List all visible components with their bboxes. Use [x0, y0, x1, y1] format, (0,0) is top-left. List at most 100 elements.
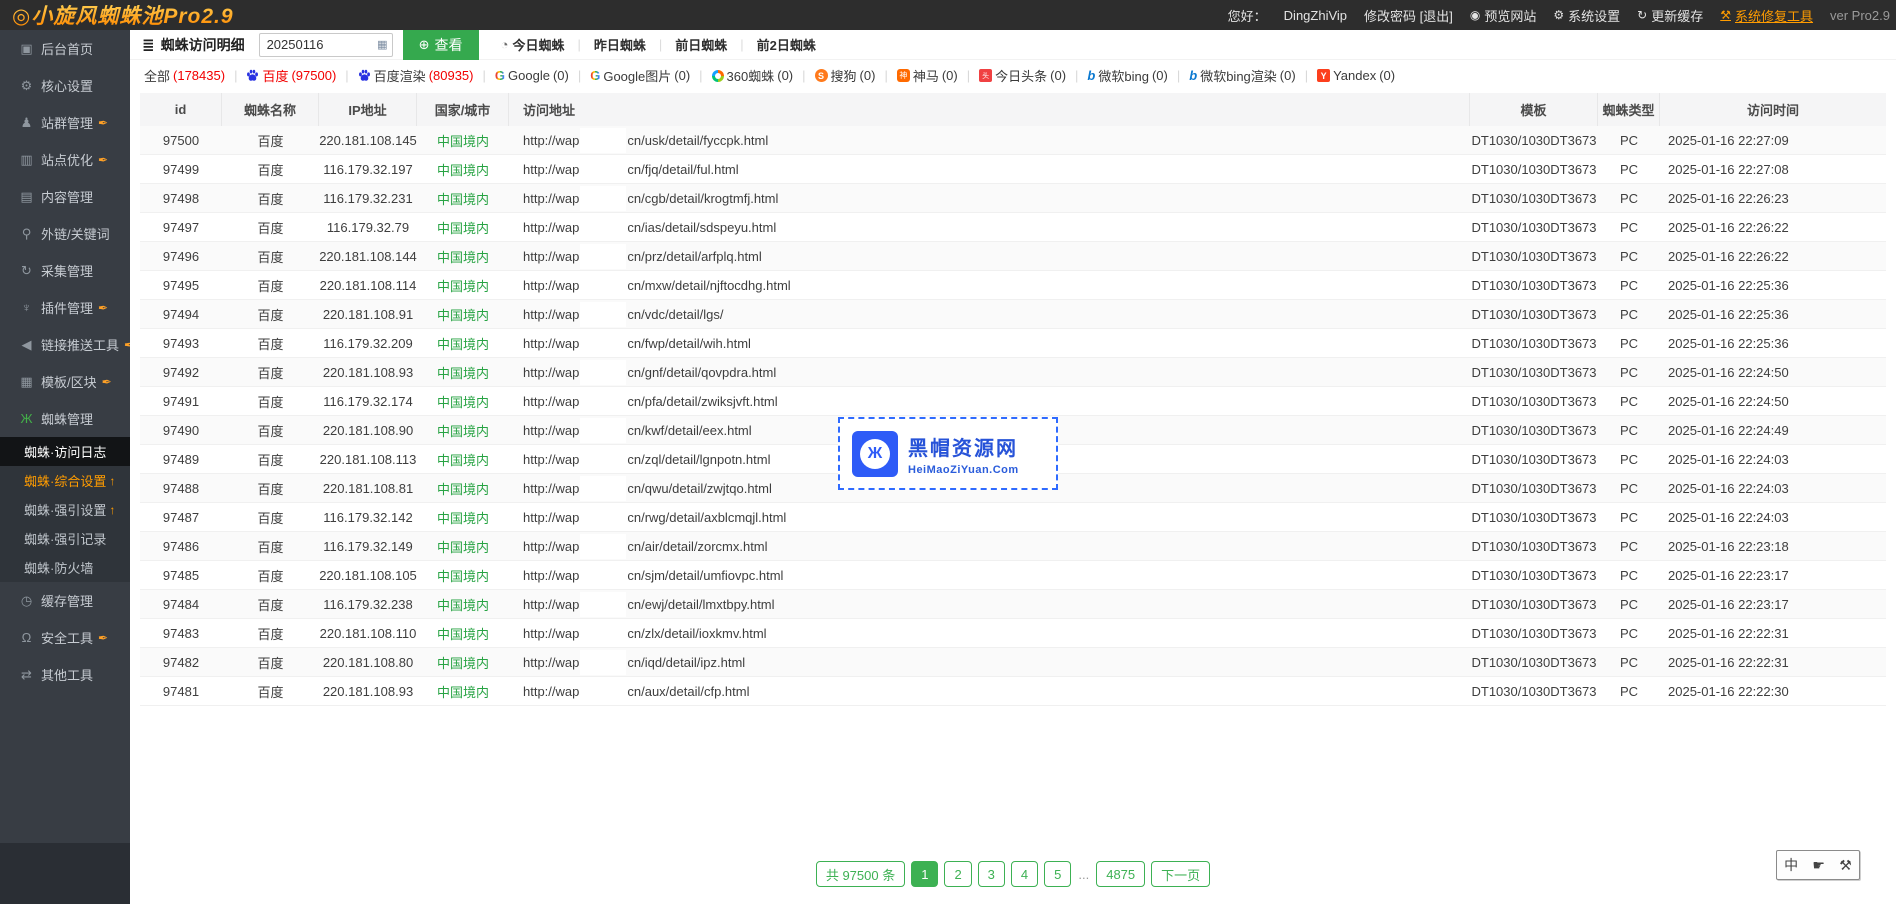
redaction-box	[580, 186, 626, 211]
quick-link-0[interactable]: ◔今日蜘蛛	[501, 35, 565, 54]
url-prefix: http://wap	[523, 336, 579, 351]
url-suffix: cn/zql/detail/lgnpotn.html	[627, 452, 770, 467]
cell-template: DT1030/1030DT3673	[1470, 242, 1598, 270]
page-button-4[interactable]: 4	[1011, 861, 1038, 887]
page-button-5[interactable]: 5	[1044, 861, 1071, 887]
url-prefix: http://wap	[523, 423, 579, 438]
url-suffix: cn/mxw/detail/njftocdhg.html	[627, 278, 790, 293]
table-body: 97500百度220.181.108.145中国境内http://wapcn/u…	[140, 126, 1886, 706]
baidu-icon	[246, 69, 259, 82]
filter-360-spider[interactable]: 360蜘蛛(0)	[712, 66, 794, 85]
cell-region: 中国境内	[417, 445, 509, 473]
cell-spider-type: PC	[1598, 271, 1660, 299]
sidebar-item-spider-force-settings[interactable]: 蜘蛛·强引设置↑	[0, 495, 130, 524]
preview-site-link[interactable]: ◉ 预览网站	[1470, 6, 1537, 25]
sidebar-item-security[interactable]: Ω安全工具✒	[0, 619, 130, 656]
change-password-link[interactable]: 修改密码 [退出]	[1364, 6, 1453, 25]
filter-yandex[interactable]: YYandex(0)	[1317, 68, 1395, 83]
sidebar-item-cache[interactable]: ◷缓存管理	[0, 582, 130, 619]
redaction-box	[580, 418, 626, 443]
cell-ip: 116.179.32.197	[319, 155, 417, 183]
filter-bing[interactable]: b微软bing(0)	[1087, 66, 1167, 85]
quick-links: ◔今日蜘蛛|昨日蜘蛛|前日蜘蛛|前2日蜘蛛	[501, 35, 816, 54]
column-header: 访问时间	[1660, 93, 1886, 126]
cell-template: DT1030/1030DT3673	[1470, 561, 1598, 589]
sidebar-item-spider[interactable]: Ж蜘蛛管理	[0, 400, 130, 437]
sidebar-item-spider-force-log[interactable]: 蜘蛛·强引记录	[0, 524, 130, 553]
sidebar-item-templates[interactable]: ▦模板/区块✒	[0, 363, 130, 400]
hand-icon[interactable]: ☛	[1812, 857, 1825, 874]
url-prefix: http://wap	[523, 220, 579, 235]
cell-time: 2025-01-16 22:22:30	[1660, 677, 1886, 705]
sidebar-item-link-push[interactable]: ◀链接推送工具✒	[0, 326, 130, 363]
next-page-button[interactable]: 下一页	[1151, 861, 1210, 887]
column-header: 国家/城市	[417, 93, 509, 126]
cell-id: 97497	[140, 213, 222, 241]
url-prefix: http://wap	[523, 655, 579, 670]
page-title: 蜘蛛访问明细	[161, 35, 245, 55]
view-button[interactable]: ⊕ 查看	[403, 30, 479, 60]
filter-sogou[interactable]: S搜狗(0)	[815, 66, 876, 85]
cell-spider-type: PC	[1598, 213, 1660, 241]
quick-link-1[interactable]: 昨日蜘蛛	[594, 35, 646, 54]
sidebar-item-spider-log[interactable]: 蜘蛛·访问日志	[0, 437, 130, 466]
pin-icon: ✒	[98, 631, 108, 645]
repair-tool-link[interactable]: ⚒ 系统修复工具	[1720, 6, 1813, 25]
cell-url: http://wapcn/fwp/detail/wih.html	[509, 329, 1470, 357]
sidebar-item-links-keywords[interactable]: ⚲外链/关键词	[0, 215, 130, 252]
cell-spider-type: PC	[1598, 619, 1660, 647]
cell-template: DT1030/1030DT3673	[1470, 358, 1598, 386]
cell-spider-type: PC	[1598, 445, 1660, 473]
page-button-last[interactable]: 4875	[1096, 861, 1145, 887]
filter-toutiao[interactable]: 头今日头条(0)	[979, 66, 1066, 85]
cell-time: 2025-01-16 22:24:03	[1660, 445, 1886, 473]
cell-spider-type: PC	[1598, 126, 1660, 154]
cell-region: 中国境内	[417, 155, 509, 183]
topbar-right: 您好： DingZhiVip 修改密码 [退出] ◉ 预览网站 ⚙ 系统设置 ↻…	[1228, 6, 1890, 25]
cell-spider-type: PC	[1598, 387, 1660, 415]
date-input[interactable]	[259, 33, 393, 57]
filter-baidu-render[interactable]: 百度渲染(80935)	[358, 66, 474, 85]
sidebar-item-site-group[interactable]: ♟站群管理✒	[0, 104, 130, 141]
ime-toolbar[interactable]: 中 ☛ ⚒	[1776, 850, 1860, 880]
sidebar-item-site-optimize[interactable]: ▥站点优化✒	[0, 141, 130, 178]
cell-spider-name: 百度	[222, 242, 319, 270]
filter-baidu[interactable]: 百度(97500)	[246, 66, 336, 85]
sidebar-item-core-settings[interactable]: ⚙核心设置	[0, 67, 130, 104]
redaction-box	[580, 476, 626, 501]
quick-link-3[interactable]: 前2日蜘蛛	[757, 35, 816, 54]
cell-template: DT1030/1030DT3673	[1470, 503, 1598, 531]
cell-ip: 116.179.32.79	[319, 213, 417, 241]
sidebar-item-spider-settings[interactable]: 蜘蛛·综合设置↑	[0, 466, 130, 495]
update-cache-link[interactable]: ↻ 更新缓存	[1637, 6, 1703, 25]
tools-icon[interactable]: ⚒	[1839, 857, 1852, 874]
cell-url: http://wapcn/fjq/detail/ful.html	[509, 155, 1470, 183]
cell-id: 97499	[140, 155, 222, 183]
filter-google[interactable]: GGoogle(0)	[495, 68, 569, 83]
cell-ip: 220.181.108.113	[319, 445, 417, 473]
cell-id: 97481	[140, 677, 222, 705]
sidebar-item-collect[interactable]: ↻采集管理	[0, 252, 130, 289]
cell-template: DT1030/1030DT3673	[1470, 126, 1598, 154]
cell-time: 2025-01-16 22:26:22	[1660, 213, 1886, 241]
system-settings-link[interactable]: ⚙ 系统设置	[1553, 6, 1620, 25]
filter-all[interactable]: 全部(178435)	[144, 66, 225, 85]
filter-shenma[interactable]: 神神马(0)	[897, 66, 958, 85]
sidebar-item-content[interactable]: ▤内容管理	[0, 178, 130, 215]
cell-ip: 220.181.108.110	[319, 619, 417, 647]
page-button-2[interactable]: 2	[944, 861, 971, 887]
cell-spider-name: 百度	[222, 445, 319, 473]
sidebar-item-spider-firewall[interactable]: 蜘蛛·防火墙	[0, 553, 130, 582]
cell-spider-type: PC	[1598, 416, 1660, 444]
sidebar-item-plugins[interactable]: ♆插件管理✒	[0, 289, 130, 326]
cell-region: 中国境内	[417, 619, 509, 647]
page-button-3[interactable]: 3	[978, 861, 1005, 887]
sidebar-item-other-tools[interactable]: ⇄其他工具	[0, 656, 130, 693]
filter-google-image[interactable]: GGoogle图片(0)	[590, 66, 690, 85]
quick-link-2[interactable]: 前日蜘蛛	[675, 35, 727, 54]
ime-lang-indicator[interactable]: 中	[1784, 855, 1798, 875]
redaction-box	[580, 563, 626, 588]
filter-bing-render[interactable]: b微软bing渲染(0)	[1189, 66, 1295, 85]
sidebar-item-home[interactable]: ▣后台首页	[0, 30, 130, 67]
page-button-1[interactable]: 1	[911, 861, 938, 887]
